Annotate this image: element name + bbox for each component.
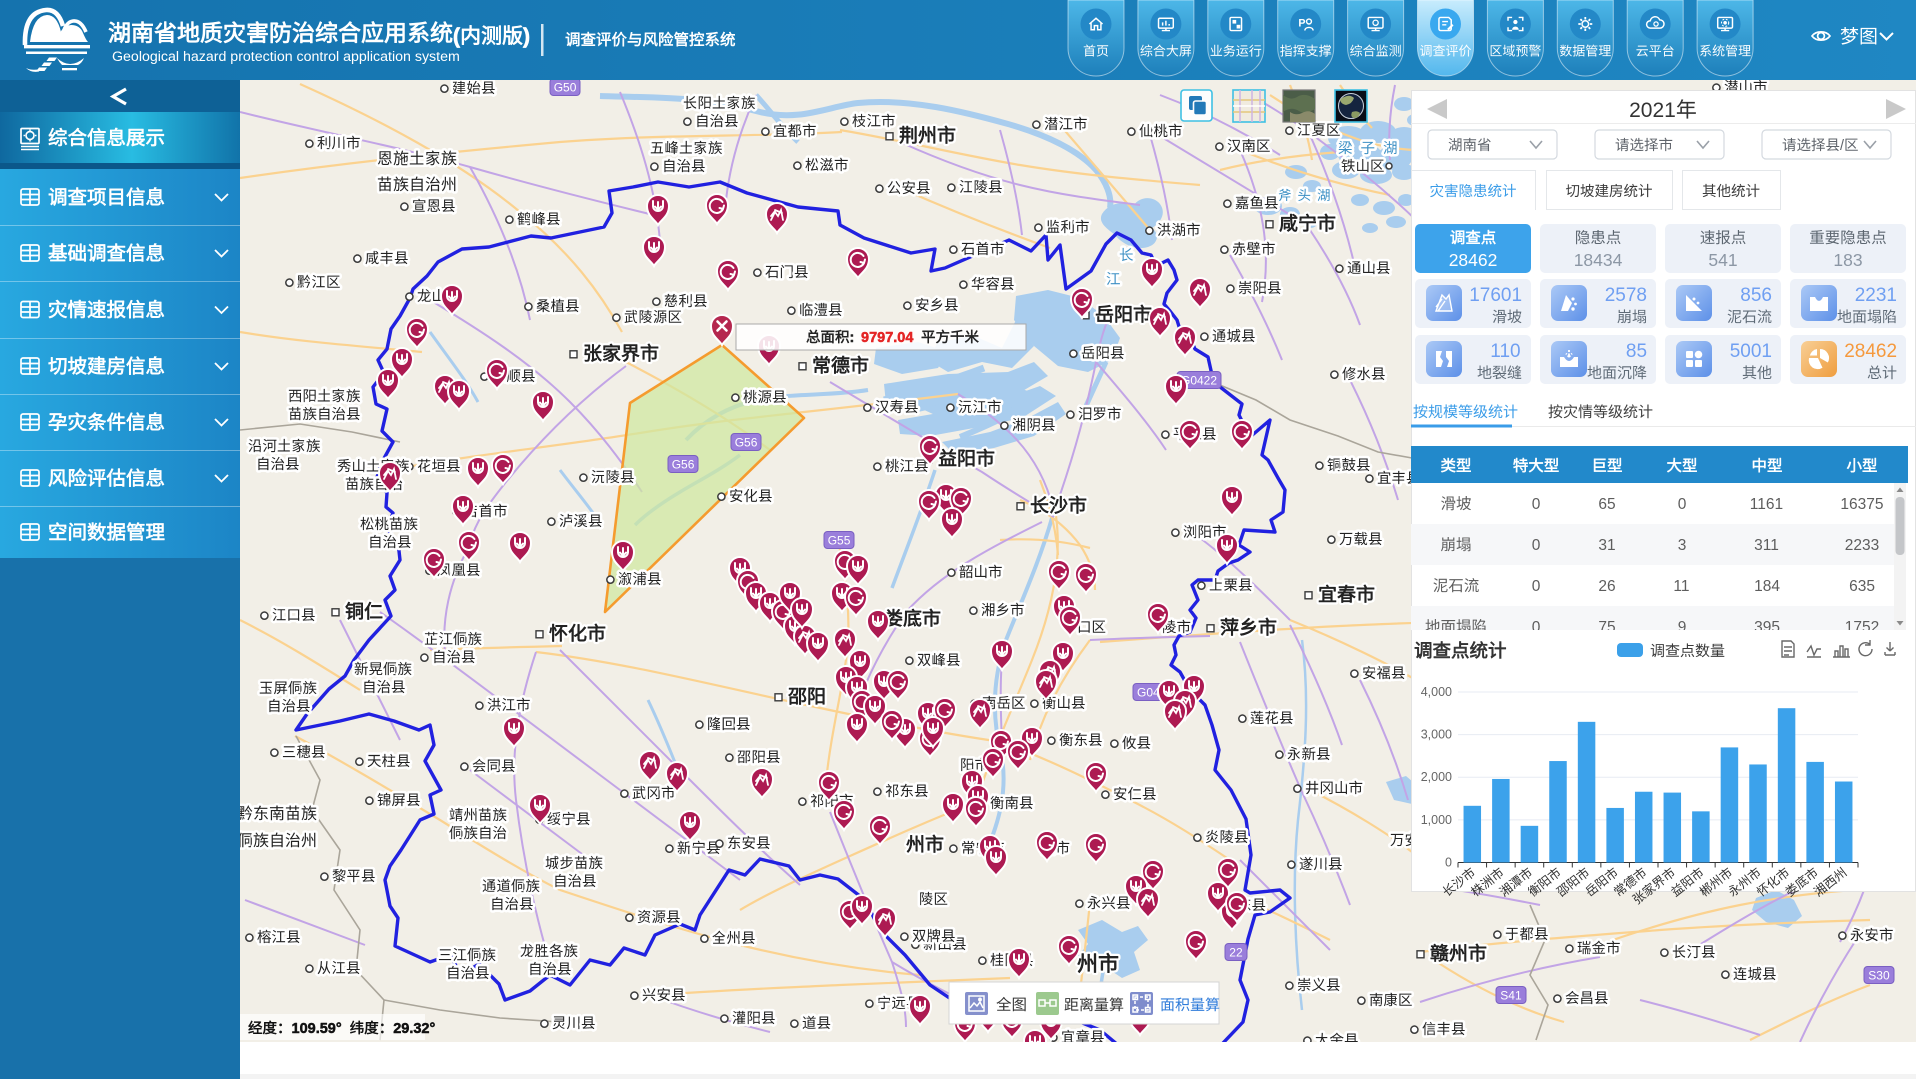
svg-text:0: 0 bbox=[1532, 578, 1541, 595]
svg-text:G50: G50 bbox=[554, 81, 577, 95]
svg-text:26: 26 bbox=[1598, 578, 1615, 595]
svg-text:2233: 2233 bbox=[1845, 537, 1879, 554]
svg-text:110: 110 bbox=[1490, 341, 1520, 362]
svg-text:28462: 28462 bbox=[1844, 341, 1897, 362]
svg-text:635: 635 bbox=[1849, 578, 1875, 595]
svg-text:22: 22 bbox=[1229, 946, 1243, 960]
svg-text:4,000: 4,000 bbox=[1421, 685, 1452, 699]
svg-text:S41: S41 bbox=[1500, 989, 1522, 1003]
svg-text:0: 0 bbox=[1445, 856, 1452, 870]
svg-text:109.59°: 109.59° bbox=[292, 1021, 342, 1037]
svg-text:541: 541 bbox=[1708, 250, 1737, 270]
svg-text:17601: 17601 bbox=[1469, 285, 1522, 306]
svg-text:11: 11 bbox=[1673, 578, 1689, 595]
svg-text:28462: 28462 bbox=[1449, 250, 1498, 270]
svg-text:183: 183 bbox=[1833, 250, 1862, 270]
svg-text:0: 0 bbox=[1532, 496, 1541, 513]
svg-text:Geological hazard protection c: Geological hazard protection control app… bbox=[112, 49, 460, 65]
svg-text:2,000: 2,000 bbox=[1421, 770, 1452, 784]
svg-text:G55: G55 bbox=[828, 534, 851, 548]
svg-text:1,000: 1,000 bbox=[1421, 813, 1452, 827]
svg-text:3: 3 bbox=[1678, 537, 1687, 554]
svg-text:31: 31 bbox=[1598, 537, 1615, 554]
svg-text:2578: 2578 bbox=[1605, 285, 1647, 306]
svg-text:0: 0 bbox=[1678, 496, 1687, 513]
svg-text:(: ( bbox=[453, 25, 460, 48]
svg-text:): ) bbox=[523, 25, 530, 48]
svg-text:856: 856 bbox=[1740, 285, 1772, 306]
svg-text:9797.04: 9797.04 bbox=[861, 330, 913, 346]
svg-text:311: 311 bbox=[1754, 537, 1779, 554]
svg-text:5001: 5001 bbox=[1730, 341, 1772, 362]
svg-text:G56: G56 bbox=[735, 436, 758, 450]
svg-text:184: 184 bbox=[1754, 578, 1780, 595]
svg-text:3,000: 3,000 bbox=[1421, 728, 1452, 742]
svg-text:1161: 1161 bbox=[1750, 496, 1783, 513]
svg-text:29.32°: 29.32° bbox=[393, 1021, 435, 1037]
svg-text:G56: G56 bbox=[672, 458, 695, 472]
svg-text:P: P bbox=[1298, 17, 1305, 29]
svg-text:2231: 2231 bbox=[1855, 285, 1897, 306]
svg-text:16375: 16375 bbox=[1840, 496, 1883, 513]
svg-text:2021: 2021 bbox=[1629, 99, 1676, 122]
svg-text:S30: S30 bbox=[1868, 969, 1890, 983]
svg-text:18434: 18434 bbox=[1574, 250, 1623, 270]
svg-text:65: 65 bbox=[1598, 496, 1615, 513]
svg-text:85: 85 bbox=[1626, 341, 1647, 362]
svg-text:0: 0 bbox=[1532, 537, 1541, 554]
svg-text::: : bbox=[850, 330, 855, 346]
